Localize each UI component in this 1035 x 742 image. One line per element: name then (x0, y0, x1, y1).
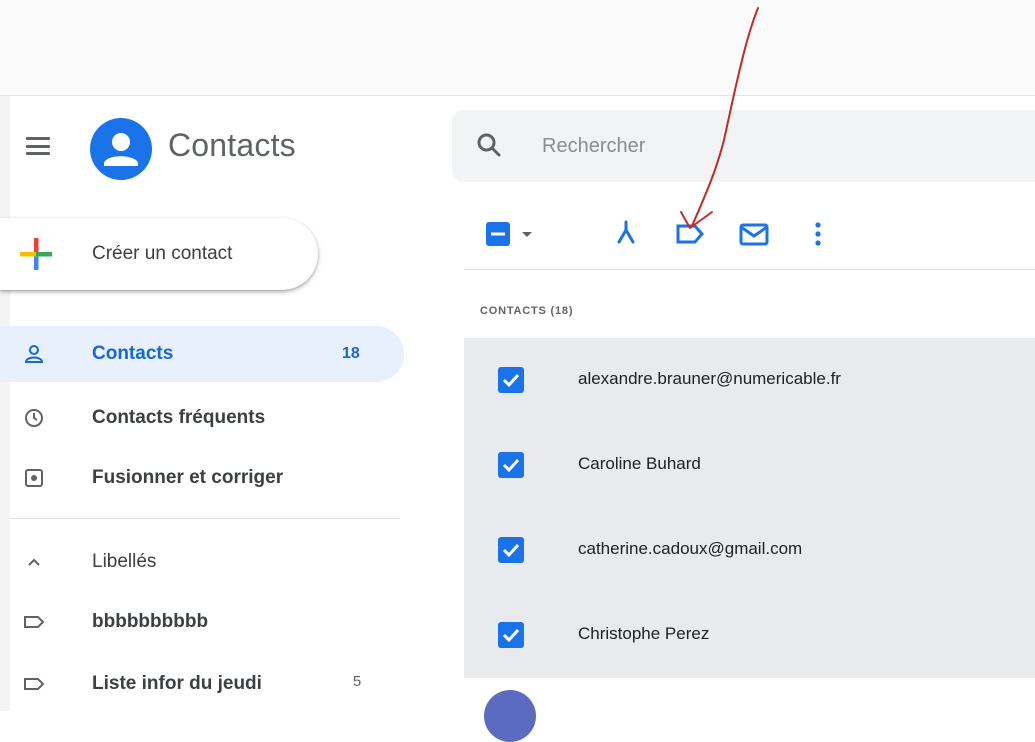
contact-row[interactable]: alexandre.brauner@numericable.fr (464, 338, 1035, 423)
row-checkbox-checked[interactable] (498, 367, 524, 393)
merge-icon[interactable] (608, 216, 644, 252)
labels-section-title: Libellés (92, 551, 157, 572)
search-input[interactable] (540, 128, 980, 164)
contact-row[interactable]: Christophe Perez (464, 593, 1035, 678)
sidebar-item-merge-fix[interactable]: Fusionner et corriger (0, 450, 404, 506)
sidebar-label-text: Liste infor du jeudi (92, 673, 262, 694)
labels-section-toggle[interactable]: Libellés (0, 534, 404, 590)
select-all-checkbox-icon[interactable] (484, 216, 548, 252)
sidebar-item-label: Contacts (92, 343, 174, 364)
next-contact-row-partial[interactable] (464, 680, 1035, 711)
contacts-count-badge: 18 (342, 345, 360, 362)
checkmark-icon (502, 458, 520, 473)
contact-name: alexandre.brauner@numericable.fr (578, 369, 841, 388)
row-checkbox-checked[interactable] (498, 537, 524, 563)
sidebar-label-liste-infor[interactable]: Liste infor du jeudi 5 (0, 656, 404, 712)
contact-row[interactable]: catherine.cadoux@gmail.com (464, 508, 1035, 593)
history-icon (25, 409, 43, 427)
sidebar-item-label: Contacts fréquents (92, 407, 266, 428)
create-contact-label: Créer un contact (92, 243, 233, 264)
label-count-badge: 5 (352, 673, 362, 690)
checkmark-icon (502, 373, 520, 388)
hamburger-menu-icon[interactable] (24, 134, 52, 158)
contact-name: Caroline Buhard (578, 454, 701, 473)
create-contact-button[interactable]: Créer un contact (0, 218, 318, 290)
avatar (484, 690, 536, 742)
selection-toolbar (464, 202, 1035, 270)
merge-fix-icon (25, 469, 43, 487)
checkmark-icon (502, 543, 520, 558)
browser-top-area (0, 0, 1035, 96)
sidebar-item-contacts[interactable]: Contacts 18 (0, 326, 404, 382)
contact-row[interactable]: Caroline Buhard (464, 423, 1035, 508)
sidebar-label-text: bbbbbbbbbb (92, 611, 209, 632)
contact-name: catherine.cadoux@gmail.com (578, 539, 803, 558)
multicolor-plus-icon (20, 238, 52, 270)
contacts-logo-icon (90, 118, 152, 180)
contacts-section-header: CONTACTS (18) (480, 305, 574, 317)
chevron-up-icon (28, 558, 40, 566)
search-icon[interactable] (476, 132, 502, 158)
manage-labels-icon[interactable] (672, 216, 708, 252)
sidebar-divider (10, 518, 400, 519)
label-outline-icon (24, 678, 45, 690)
row-checkbox-checked[interactable] (498, 622, 524, 648)
label-outline-icon (24, 616, 45, 628)
row-checkbox-checked[interactable] (498, 452, 524, 478)
sidebar-item-frequent-contacts[interactable]: Contacts fréquents (0, 390, 404, 446)
more-vert-icon[interactable] (800, 216, 836, 252)
person-icon (24, 345, 44, 363)
app-title[interactable]: Contacts (168, 127, 296, 164)
sidebar-label-bbbbbbbbbb[interactable]: bbbbbbbbbb (0, 594, 404, 650)
checkmark-icon (502, 628, 520, 643)
contact-name: Christophe Perez (578, 624, 710, 643)
email-icon[interactable] (736, 216, 772, 252)
sidebar-item-label: Fusionner et corriger (92, 467, 284, 488)
